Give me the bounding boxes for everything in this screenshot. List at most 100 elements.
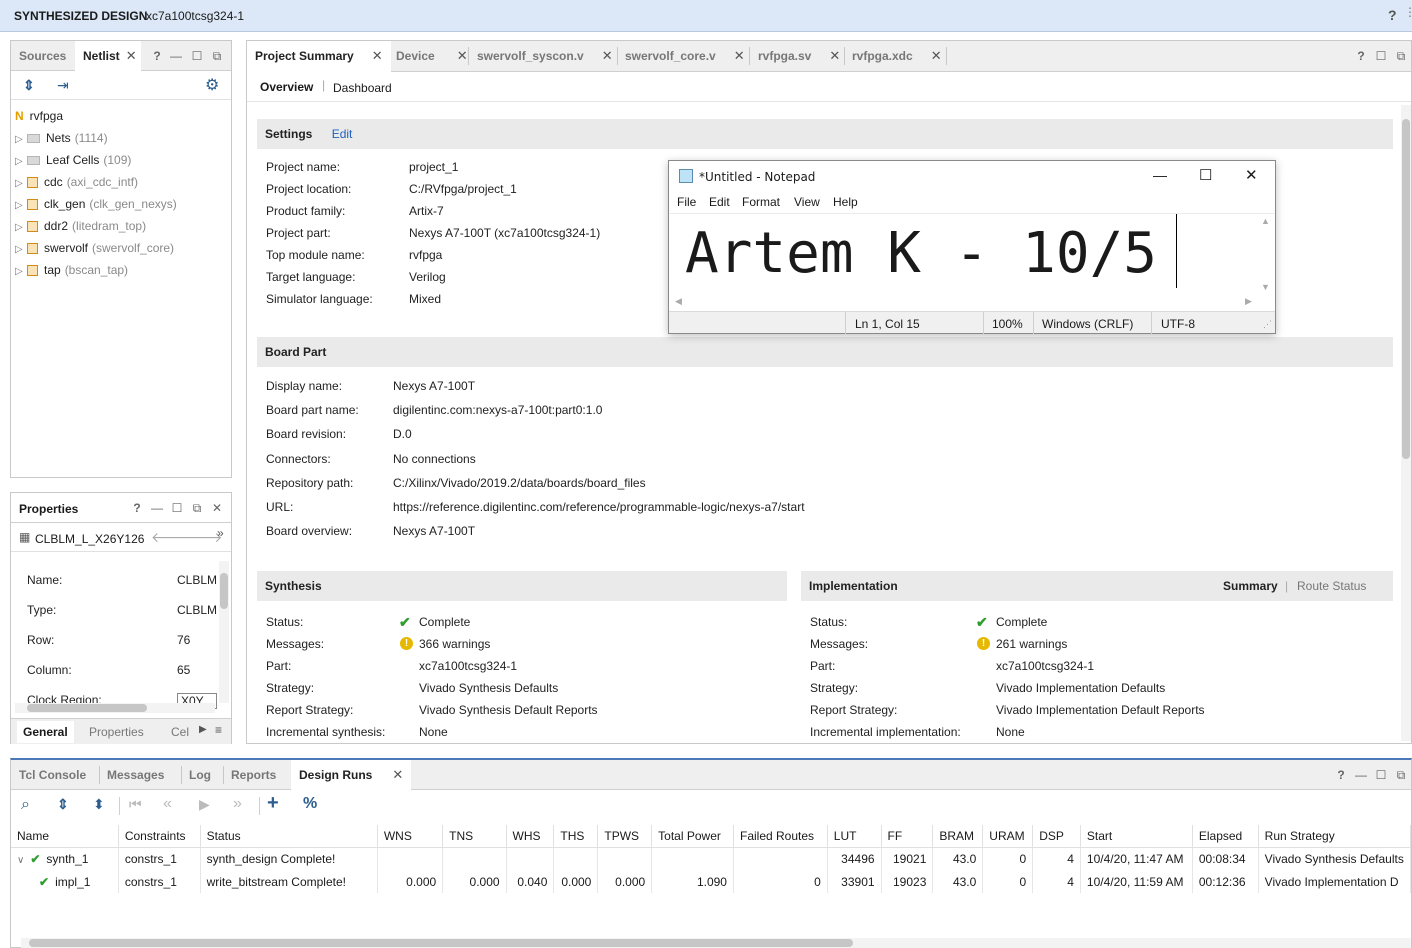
tab-swervolf-syscon[interactable]: swervolf_syscon.v ✕ — [469, 41, 621, 71]
first-icon[interactable]: ⏮ — [129, 796, 142, 813]
tab-rvfpga-xdc[interactable]: rvfpga.xdc ✕ — [844, 41, 950, 71]
column-header[interactable]: Status — [200, 825, 378, 848]
row-value[interactable]: None — [996, 725, 1025, 739]
row-value[interactable]: Mixed — [409, 292, 441, 306]
column-header[interactable]: WHS — [506, 825, 555, 848]
maximize-icon[interactable]: ☐ — [169, 500, 185, 516]
row-value[interactable]: 261 warnings — [996, 637, 1067, 651]
close-icon[interactable]: ✕ — [829, 48, 840, 63]
back-arrow-icon[interactable]: 🡐 — [151, 529, 189, 546]
minimize-icon[interactable]: — — [149, 500, 165, 516]
settings-edit-link[interactable]: Edit — [332, 127, 353, 141]
column-header[interactable]: Failed Routes — [733, 825, 828, 848]
properties-vscroll[interactable] — [219, 561, 229, 703]
close-icon[interactable]: ✕ — [602, 48, 613, 63]
close-icon[interactable]: ✕ — [126, 48, 137, 63]
table-row[interactable]: ✔ impl_1 constrs_1 write_bitstream Complete… — [11, 870, 1412, 893]
tree-item[interactable]: ▷ ddr2 (litedram_top) — [15, 215, 146, 237]
minimize-icon[interactable]: — — [1353, 767, 1369, 783]
scroll-right-icon[interactable]: ▶ — [1245, 296, 1252, 307]
menu-file[interactable]: File — [677, 195, 696, 209]
expand-arrow-icon[interactable]: ▷ — [15, 239, 27, 261]
help-icon[interactable]: ? — [1333, 767, 1349, 783]
row-value[interactable]: Verilog — [409, 270, 446, 284]
impl-route-status-link[interactable]: Route Status — [1297, 571, 1366, 601]
previous-icon[interactable]: « — [163, 795, 172, 813]
row-value[interactable]: 366 warnings — [419, 637, 490, 651]
tab-tcl-console[interactable]: Tcl Console — [11, 760, 94, 790]
close-icon[interactable]: ✕ — [1245, 166, 1258, 184]
tab-general[interactable]: General — [17, 721, 74, 743]
row-value[interactable]: rvfpga — [409, 248, 442, 262]
column-header[interactable]: Name — [11, 825, 119, 848]
help-icon[interactable]: ? — [1353, 48, 1369, 64]
expand-icon[interactable]: ⇥ — [57, 77, 69, 94]
tree-item[interactable]: ▷ swervolf (swervolf_core) — [15, 237, 174, 259]
collapse-all-icon[interactable]: ⇕ — [57, 796, 69, 813]
close-icon[interactable]: ✕ — [734, 48, 745, 63]
collapse-all-icon[interactable]: ⇕ — [23, 77, 35, 94]
tree-root[interactable]: Nrvfpga — [15, 105, 63, 127]
help-icon[interactable]: ? — [149, 48, 165, 64]
maximize-icon[interactable]: ☐ — [1373, 48, 1389, 64]
tab-messages[interactable]: Messages — [99, 760, 172, 790]
column-header[interactable]: FF — [881, 825, 934, 848]
tab-netlist[interactable]: Netlist ✕ — [75, 41, 141, 72]
column-header[interactable]: Elapsed — [1192, 825, 1259, 848]
close-icon[interactable]: ✕ — [372, 48, 383, 63]
tab-scroll-icon[interactable]: ▶ — [199, 724, 207, 735]
row-value[interactable]: Vivado Synthesis Default Reports — [419, 703, 598, 717]
tab-dashboard[interactable]: Dashboard — [333, 81, 392, 95]
scroll-down-icon[interactable]: ▼ — [1261, 282, 1270, 292]
tab-cell[interactable]: Cel — [171, 725, 191, 739]
expand-all-icon[interactable]: ⬍ — [93, 796, 105, 813]
tree-item[interactable]: ▷ clk_gen (clk_gen_nexys) — [15, 193, 177, 215]
impl-summary-link[interactable]: Summary — [1223, 571, 1278, 601]
search-icon[interactable]: ⌕ — [21, 796, 30, 814]
minimize-icon[interactable]: — — [1153, 167, 1167, 183]
row-value[interactable]: Vivado Synthesis Defaults — [419, 681, 558, 695]
float-icon[interactable]: ⧉ — [1393, 48, 1409, 64]
column-header[interactable]: WNS — [377, 825, 444, 848]
menu-format[interactable]: Format — [742, 195, 780, 209]
tab-swervolf-core[interactable]: swervolf_core.v ✕ — [617, 41, 753, 71]
resize-grip-icon[interactable]: ⋰ — [1263, 319, 1272, 330]
expand-arrow-icon[interactable]: ▷ — [15, 195, 27, 217]
float-icon[interactable]: ⧉ — [209, 48, 225, 64]
editor-vscroll[interactable] — [1401, 105, 1411, 741]
tree-item[interactable]: ▷ cdc (axi_cdc_intf) — [15, 171, 138, 193]
row-value[interactable]: Vivado Implementation Defaults — [996, 681, 1165, 695]
column-header[interactable]: Run Strategy — [1258, 825, 1412, 848]
column-header[interactable]: Start — [1080, 825, 1193, 848]
row-value[interactable]: Nexys A7-100T (xc7a100tcsg324-1) — [409, 226, 600, 240]
tab-rvfpga-sv[interactable]: rvfpga.sv ✕ — [750, 41, 848, 71]
column-header[interactable]: DSP — [1032, 825, 1081, 848]
tree-item[interactable]: ▷ tap (bscan_tap) — [15, 259, 128, 281]
menu-edit[interactable]: Edit — [709, 195, 730, 209]
float-icon[interactable]: ⧉ — [1393, 767, 1409, 783]
help-icon[interactable]: ? — [1388, 7, 1397, 23]
tab-sources[interactable]: Sources — [11, 41, 74, 71]
table-row[interactable]: ∨ ✔ synth_1 constrs_1 synth_design Complete!… — [11, 847, 1412, 870]
more-icon[interactable]: » — [217, 526, 224, 540]
close-icon[interactable]: ✕ — [457, 48, 468, 63]
expand-arrow-icon[interactable]: ▷ — [15, 261, 27, 283]
column-header[interactable]: LUT — [827, 825, 882, 848]
tab-design-runs[interactable]: Design Runs ✕ — [291, 760, 412, 791]
tab-device[interactable]: Device ✕ — [388, 41, 476, 71]
maximize-icon[interactable]: ☐ — [1199, 166, 1212, 184]
close-icon[interactable]: ✕ — [931, 48, 942, 63]
expand-arrow-icon[interactable]: ▷ — [15, 173, 27, 195]
add-run-icon[interactable]: + — [267, 792, 279, 815]
tab-overview[interactable]: Overview — [260, 80, 313, 94]
help-icon[interactable]: ? — [129, 500, 145, 516]
tree-item[interactable]: ▷ Nets (1114) — [15, 127, 108, 149]
column-header[interactable]: URAM — [982, 825, 1034, 848]
maximize-icon[interactable]: ☐ — [1373, 767, 1389, 783]
tab-project-summary[interactable]: Project Summary ✕ — [247, 41, 391, 72]
properties-hscroll[interactable] — [15, 703, 215, 713]
tab-properties[interactable]: Properties — [89, 725, 144, 739]
expand-arrow-icon[interactable]: ▷ — [15, 129, 27, 151]
close-icon[interactable]: ✕ — [209, 500, 225, 516]
minimize-icon[interactable]: — — [168, 48, 184, 64]
